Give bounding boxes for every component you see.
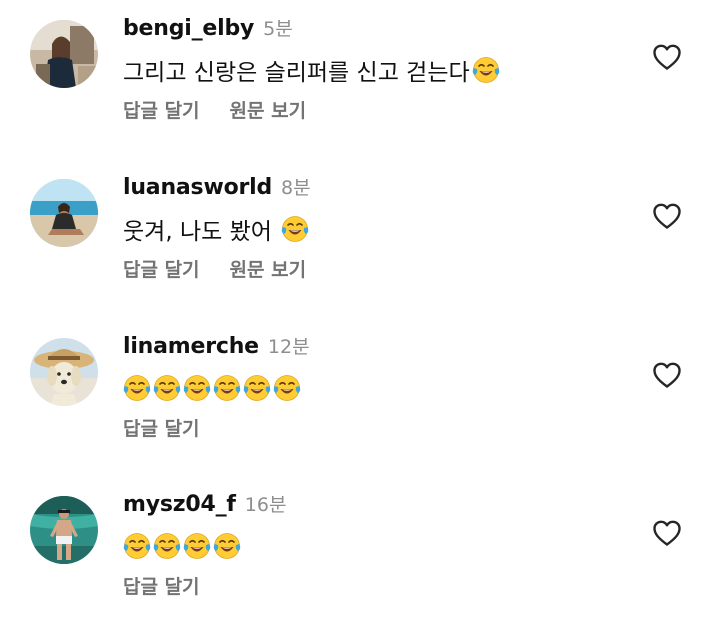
- see-translation-button[interactable]: 원문 보기: [230, 96, 307, 123]
- heart-outline-icon[interactable]: [652, 519, 682, 547]
- comment-text: 웃겨, 나도 봤어: [123, 209, 310, 249]
- timestamp: 16분: [244, 494, 287, 516]
- comment-header: mysz04_f 16분: [123, 490, 286, 522]
- comment-item: luanasworld 8분 웃겨, 나도 봤어 답글 달기 원문 보기: [0, 159, 720, 309]
- comment-body: 그리고 신랑은 슬리퍼를 신고 걷는다: [123, 60, 470, 86]
- avatar-photo: [30, 496, 98, 564]
- heart-outline-icon[interactable]: [652, 43, 682, 71]
- comment-item: mysz04_f 16분 답글 달기: [0, 476, 720, 626]
- timestamp: 5분: [263, 18, 293, 40]
- reply-button[interactable]: 답글 달기: [123, 572, 200, 599]
- face-with-tears-of-joy-icon: [281, 215, 310, 243]
- comment-header: bengi_elby 5분: [123, 14, 293, 46]
- face-with-tears-of-joy-icon: [273, 374, 301, 402]
- avatar[interactable]: [30, 338, 98, 406]
- comment-text: [123, 368, 301, 408]
- username[interactable]: mysz04_f: [123, 492, 236, 517]
- timestamp: 12분: [267, 336, 310, 358]
- reply-button[interactable]: 답글 달기: [123, 414, 200, 441]
- heart-outline-icon[interactable]: [652, 361, 682, 389]
- face-with-tears-of-joy-icon: [471, 56, 500, 84]
- comment-actions: 답글 달기 원문 보기: [123, 255, 306, 282]
- see-translation-button[interactable]: 원문 보기: [230, 255, 307, 282]
- comment-text: [123, 526, 241, 566]
- username[interactable]: luanasworld: [123, 175, 272, 200]
- avatar-photo: [30, 338, 98, 406]
- face-with-tears-of-joy-icon: [243, 374, 271, 402]
- comment-item: bengi_elby 5분 그리고 신랑은 슬리퍼를 신고 걷는다 답글 달기 …: [0, 0, 720, 150]
- avatar-photo: [30, 20, 98, 88]
- face-with-tears-of-joy-icon: [183, 374, 211, 402]
- username[interactable]: bengi_elby: [123, 16, 254, 41]
- avatar[interactable]: [30, 179, 98, 247]
- reply-button[interactable]: 답글 달기: [123, 96, 200, 123]
- face-with-tears-of-joy-icon: [153, 374, 181, 402]
- face-with-tears-of-joy-icon: [213, 532, 241, 560]
- comment-actions: 답글 달기: [123, 414, 200, 441]
- username[interactable]: linamerche: [123, 334, 259, 359]
- face-with-tears-of-joy-icon: [123, 532, 151, 560]
- comment-actions: 답글 달기: [123, 572, 200, 599]
- face-with-tears-of-joy-icon: [213, 374, 241, 402]
- heart-outline-icon[interactable]: [652, 202, 682, 230]
- reply-button[interactable]: 답글 달기: [123, 255, 200, 282]
- avatar-photo: [30, 179, 98, 247]
- comment-header: linamerche 12분: [123, 332, 310, 364]
- face-with-tears-of-joy-icon: [183, 532, 211, 560]
- avatar[interactable]: [30, 496, 98, 564]
- comment-list: bengi_elby 5분 그리고 신랑은 슬리퍼를 신고 걷는다 답글 달기 …: [0, 0, 720, 630]
- comment-item: linamerche 12분 답글 달기: [0, 318, 720, 468]
- comment-text: 그리고 신랑은 슬리퍼를 신고 걷는다: [123, 50, 500, 90]
- timestamp: 8분: [281, 177, 311, 199]
- face-with-tears-of-joy-icon: [153, 532, 181, 560]
- comment-actions: 답글 달기 원문 보기: [123, 96, 306, 123]
- avatar[interactable]: [30, 20, 98, 88]
- face-with-tears-of-joy-icon: [123, 374, 151, 402]
- comment-header: luanasworld 8분: [123, 173, 311, 205]
- comment-body: 웃겨, 나도 봤어: [123, 219, 280, 245]
